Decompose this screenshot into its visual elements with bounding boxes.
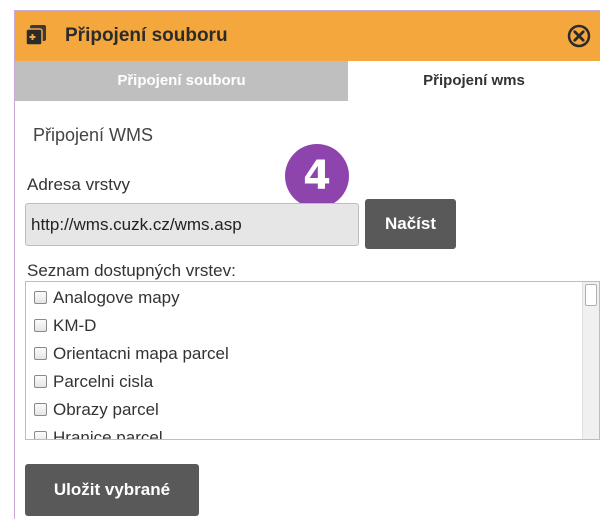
scrollbar[interactable] [582, 282, 599, 439]
list-item[interactable]: KM-D [34, 312, 96, 340]
checkbox[interactable] [34, 319, 47, 332]
list-item[interactable]: Analogove mapy [34, 284, 180, 312]
section-title: Připojení WMS [33, 125, 154, 145]
load-button[interactable]: Načíst [365, 199, 456, 249]
checkbox[interactable] [34, 431, 47, 439]
layer-label: Obrazy parcel [53, 400, 159, 419]
add-file-icon [25, 24, 47, 46]
checkbox[interactable] [34, 375, 47, 388]
checkbox[interactable] [34, 403, 47, 416]
step-badge: 4 [285, 144, 349, 208]
save-selected-button[interactable]: Uložit vybrané [25, 464, 199, 516]
dialog-title: Připojení souboru [65, 25, 228, 46]
layers-label: Seznam dostupných vrstev: [27, 261, 236, 280]
list-item[interactable]: Hranice parcel [34, 424, 163, 440]
dialog-titlebar: Připojení souboru [15, 11, 600, 61]
tab-wms-attach[interactable]: Připojení wms [348, 61, 600, 101]
layer-label: Hranice parcel [53, 428, 163, 440]
address-input[interactable] [25, 203, 359, 246]
scroll-thumb[interactable] [585, 284, 597, 306]
tab-bar: Připojení souboru Připojení wms [15, 61, 600, 101]
layer-label: KM-D [53, 316, 97, 335]
list-item[interactable]: Obrazy parcel [34, 396, 159, 424]
layer-label: Parcelni cisla [53, 372, 154, 391]
tab-file-attach[interactable]: Připojení souboru [15, 61, 348, 101]
list-item[interactable]: Parcelni cisla [34, 368, 153, 396]
list-item[interactable]: Orientacni mapa parcel [34, 340, 229, 368]
address-label: Adresa vrstvy [27, 175, 130, 194]
layer-label: Analogove mapy [53, 288, 180, 307]
layer-label: Orientacni mapa parcel [53, 344, 229, 363]
layer-list[interactable]: Analogove mapy KM-D Orientacni mapa parc… [25, 281, 600, 440]
checkbox[interactable] [34, 291, 47, 304]
close-icon[interactable] [567, 24, 591, 48]
checkbox[interactable] [34, 347, 47, 360]
